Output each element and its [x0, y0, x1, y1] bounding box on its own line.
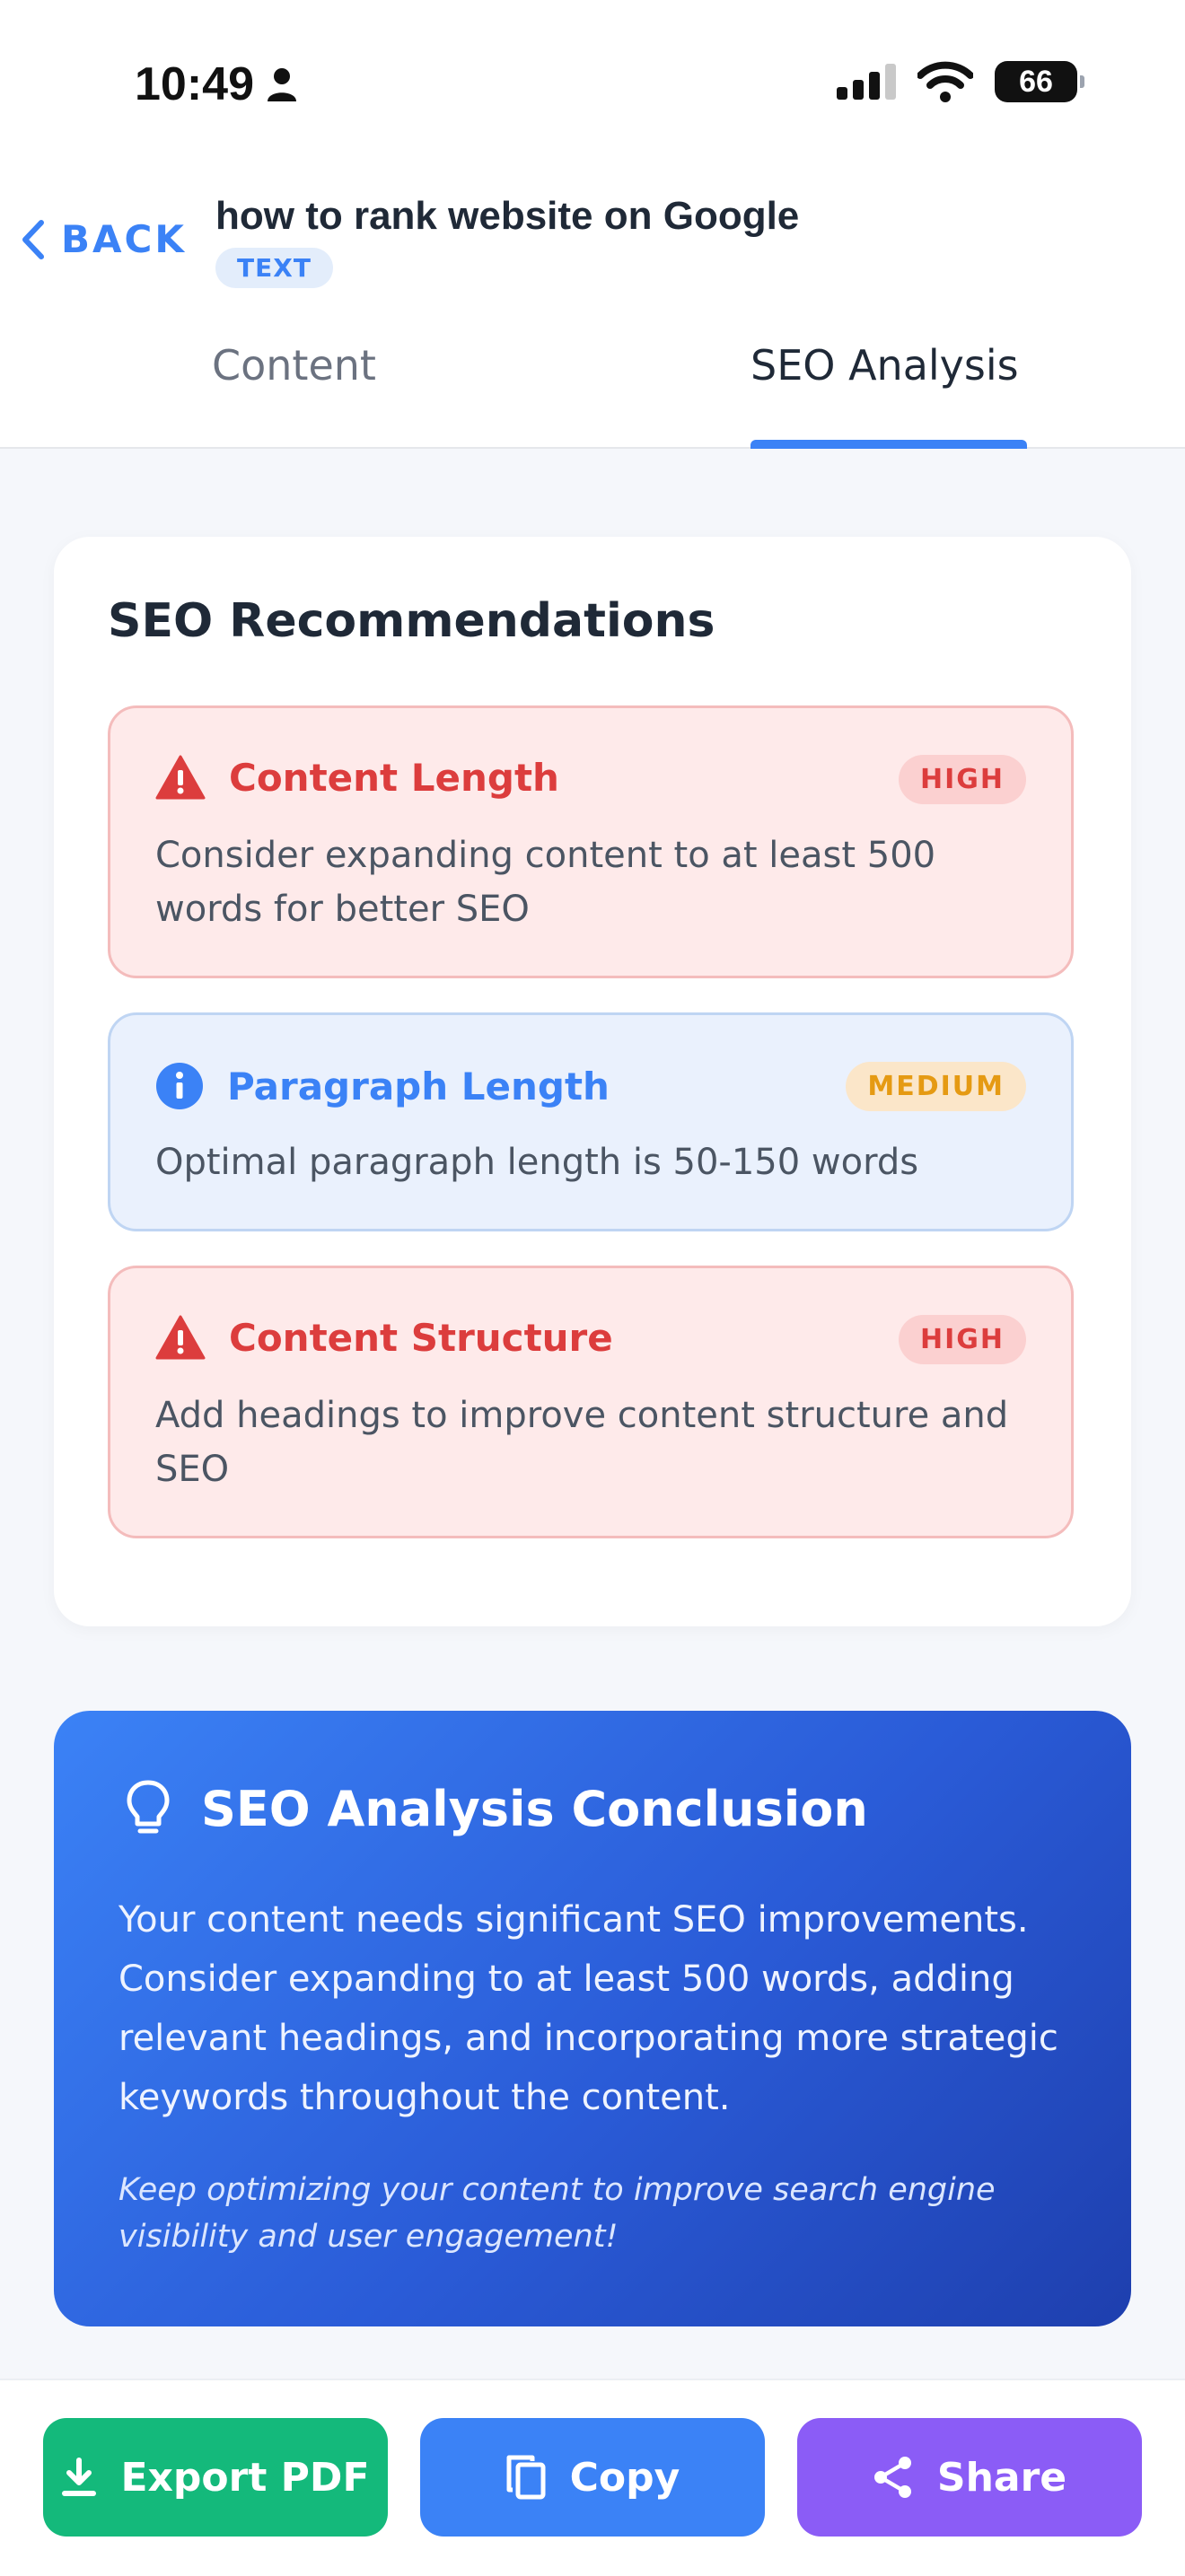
- conclusion-title: SEO Analysis Conclusion: [201, 1780, 868, 1837]
- chevron-left-icon: [22, 219, 44, 259]
- copy-label: Copy: [569, 2454, 680, 2501]
- warning-icon: [155, 1315, 206, 1360]
- lightbulb-icon: [127, 1780, 170, 1834]
- priority-badge: HIGH: [898, 755, 1026, 804]
- active-tab-indicator: [750, 440, 1027, 449]
- recommendation-description: Add headings to improve content structur…: [155, 1395, 1009, 1490]
- export-pdf-label: Export PDF: [120, 2454, 370, 2501]
- back-label: BACK: [61, 217, 187, 261]
- priority-badge: HIGH: [898, 1315, 1026, 1364]
- share-icon: [873, 2457, 911, 2498]
- recommendation-header: Content Structure: [155, 1315, 613, 1360]
- share-label: Share: [936, 2454, 1067, 2501]
- cellular-signal-icon: [837, 64, 896, 100]
- document-header: how to rank website on Google TEXT: [215, 194, 799, 288]
- conclusion-body: Your content needs significant SEO impro…: [118, 1899, 1058, 2118]
- seo-conclusion-card: SEO Analysis Conclusion Your content nee…: [54, 1711, 1131, 2326]
- status-time-text: 10:49: [135, 58, 254, 110]
- recommendation-description: Consider expanding content to at least 5…: [155, 835, 936, 930]
- person-icon: [268, 68, 296, 101]
- warning-icon: [155, 755, 206, 800]
- wifi-icon: [917, 61, 973, 102]
- content-type-badge: TEXT: [215, 248, 333, 288]
- copy-button[interactable]: Copy: [420, 2418, 765, 2537]
- action-bar: Export PDF Copy Share: [0, 2379, 1185, 2576]
- recommendation-item: Paragraph Length MEDIUM Optimal paragrap…: [108, 1012, 1074, 1231]
- recommendation-item: Content Length HIGH Consider expanding c…: [108, 705, 1074, 978]
- recommendation-label: Paragraph Length: [227, 1064, 610, 1108]
- recommendation-header: Content Length: [155, 755, 559, 800]
- conclusion-note: Keep optimizing your content to improve …: [118, 2172, 996, 2255]
- back-button[interactable]: BACK: [20, 217, 187, 261]
- share-button[interactable]: Share: [797, 2418, 1142, 2537]
- tab-seo-analysis[interactable]: SEO Analysis: [750, 341, 1019, 447]
- priority-badge: MEDIUM: [846, 1062, 1026, 1111]
- tab-bar: Content SEO Analysis: [0, 341, 1185, 449]
- status-bar-time: 10:49: [135, 57, 297, 111]
- recommendation-description: Optimal paragraph length is 50-150 words: [155, 1142, 919, 1183]
- tab-content[interactable]: Content: [212, 341, 376, 447]
- battery-indicator: 66: [995, 61, 1084, 102]
- copy-icon: [506, 2455, 546, 2500]
- status-bar-right: 66: [837, 61, 1084, 102]
- recommendation-label: Content Length: [229, 755, 559, 800]
- battery-level: 66: [1019, 64, 1053, 99]
- recommendations-title: SEO Recommendations: [108, 594, 715, 648]
- recommendation-item: Content Structure HIGH Add headings to i…: [108, 1266, 1074, 1538]
- export-pdf-button[interactable]: Export PDF: [43, 2418, 388, 2537]
- seo-recommendations-card: SEO Recommendations Content Length HIGH …: [54, 537, 1131, 1626]
- download-icon: [62, 2458, 97, 2496]
- conclusion-header: SEO Analysis Conclusion: [126, 1779, 868, 1838]
- top-header: 10:49 66 BACK how to rank website on Goo…: [0, 0, 1185, 449]
- recommendation-header: Paragraph Length: [155, 1062, 610, 1110]
- recommendation-label: Content Structure: [229, 1315, 613, 1360]
- page-title: how to rank website on Google: [215, 194, 800, 238]
- info-icon: [156, 1063, 203, 1109]
